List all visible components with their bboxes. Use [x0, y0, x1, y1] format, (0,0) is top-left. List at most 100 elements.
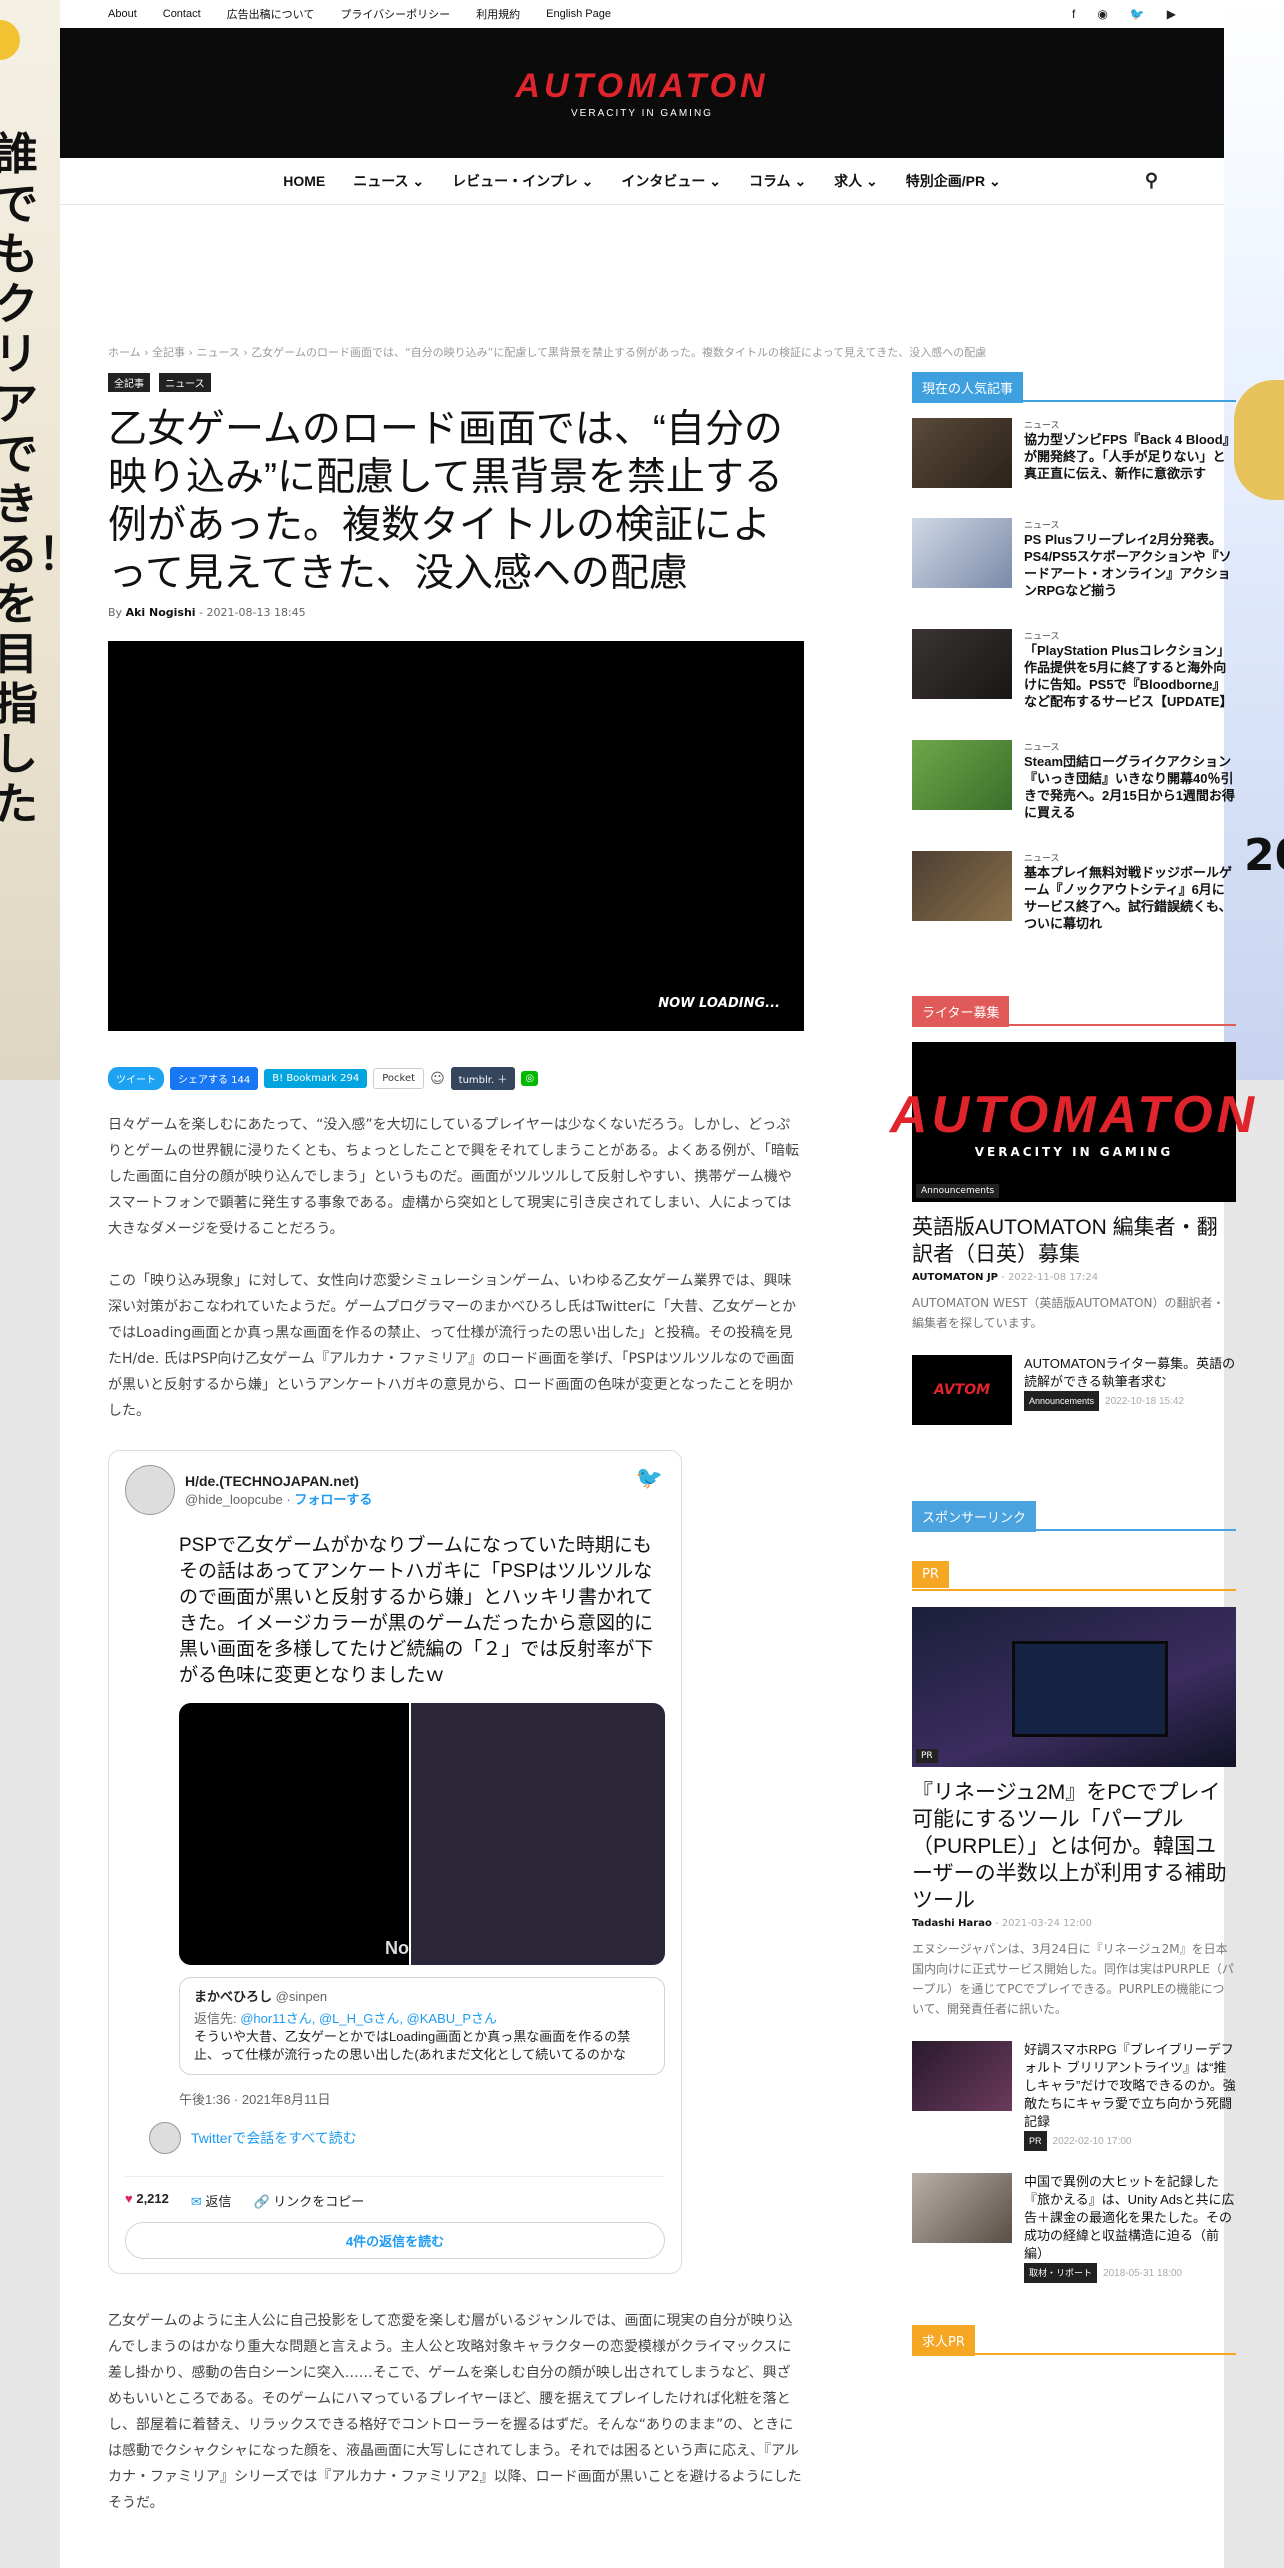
reddit-icon[interactable]: ☺ [430, 1070, 445, 1087]
popular-thumbnail[interactable] [912, 518, 1012, 588]
pr-small-title[interactable]: 中国で異例の大ヒットを記録した『旅かえる』は、Unity Adsと共に広告＋課金… [1024, 2173, 1236, 2263]
writer-small-chip[interactable]: Announcements [1024, 1391, 1100, 1411]
read-conversation-link[interactable]: Twitterで会話をすべて読む [149, 2122, 665, 2154]
pr-small-chip[interactable]: PR [1024, 2131, 1047, 2151]
facebook-share-button[interactable]: シェアする 144 [170, 1067, 259, 1090]
twitter-icon[interactable]: 🐦 [1130, 7, 1145, 21]
pr-small-chip[interactable]: 取材・リポート [1024, 2263, 1098, 2283]
tumblr-button[interactable]: tumblr. ＋ [450, 1067, 516, 1090]
breadcrumb[interactable]: ホーム › 全記事 › ニュース › 乙女ゲームのロード画面では、“自分の映り込… [108, 344, 986, 360]
tweet-timestamp[interactable]: 午後1:36 · 2021年8月11日 [179, 2089, 665, 2108]
copy-link-button[interactable]: 🔗 リンクをコピー [253, 2191, 364, 2210]
article-date: 2021-08-13 18:45 [206, 606, 306, 619]
nav-news[interactable]: ニュース ⌄ [353, 171, 424, 191]
popular-category: ニュース [1024, 421, 1060, 431]
writer-card-meta: AUTOMATON JP - 2022-11-08 17:24 [912, 1272, 1099, 1283]
popular-category: ニュース [1024, 632, 1060, 642]
youtube-icon[interactable]: ▶ [1167, 7, 1176, 21]
article-video[interactable]: NOW LOADING... [108, 641, 804, 1031]
left-ad-banner[interactable]: 誰でもクリアできる！を目指した [0, 0, 60, 1080]
popular-item[interactable]: ニュース Steam団結ローグライクアクション『いっき団結』いきなり開幕40％引き… [912, 740, 1236, 821]
popular-thumbnail[interactable] [912, 418, 1012, 488]
pr-small-thumbnail[interactable] [912, 2041, 1012, 2111]
topbar-link-privacy[interactable]: プライバシーポリシー [340, 6, 450, 22]
writer-small-thumbnail[interactable]: AVTOM [912, 1355, 1012, 1425]
follow-button[interactable]: フォローする [294, 1492, 372, 1507]
sidebar: 現在の人気記事 ニュース 協力型ゾンビFPS『Back 4 Blood』が開発終了… [890, 372, 1254, 2371]
writer-card-author[interactable]: AUTOMATON JP [912, 1272, 998, 1283]
topbar-link-ads[interactable]: 広告出稿について [227, 6, 315, 22]
pr-small-thumbnail[interactable] [912, 2173, 1012, 2243]
nav-columns[interactable]: コラム ⌄ [749, 171, 806, 191]
monitor-illustration [1012, 1641, 1168, 1737]
tweet-author-name[interactable]: H/de.(TECHNOJAPAN.net) [185, 1473, 372, 1489]
hatena-bookmark-button[interactable]: B! Bookmark 294 [264, 1069, 368, 1088]
popular-title[interactable]: PS Plusフリープレイ2月分発表。PS4/PS5スケボーアクションや『ソード… [1024, 531, 1236, 599]
read-replies-button[interactable]: 4件の返信を読む [125, 2222, 665, 2259]
reply-to-prefix: 返信先: [194, 2011, 241, 2026]
popular-title[interactable]: 協力型ゾンビFPS『Back 4 Blood』が開発終了。「人手が足りない」と真… [1024, 431, 1236, 482]
pocket-button[interactable]: Pocket [373, 1068, 425, 1089]
pr-badge[interactable]: PR [916, 1749, 938, 1763]
writer-card-excerpt: AUTOMATON WEST（英語版AUTOMATON）の翻訳者・編集者を探して… [912, 1296, 1225, 1330]
popular-title[interactable]: 「PlayStation Plusコレクション」作品提供を5月に終了すると海外向… [1024, 642, 1236, 710]
nav-home[interactable]: HOME [283, 173, 325, 189]
writer-card-tagline: VERACITY IN GAMING [974, 1145, 1174, 1159]
nav-reviews[interactable]: レビュー・インプレ ⌄ [452, 171, 593, 191]
tweet-image-1[interactable]: No [179, 1703, 409, 1965]
nav-jobs[interactable]: 求人 ⌄ [834, 171, 878, 191]
popular-item[interactable]: ニュース 協力型ゾンビFPS『Back 4 Blood』が開発終了。「人手が足りな… [912, 418, 1236, 488]
rss-icon[interactable]: ◉ [1097, 7, 1107, 21]
writer-small-date: 2022-10-18 15:42 [1105, 1396, 1185, 1407]
writer-small-title[interactable]: AUTOMATONライター募集。英語の読解ができる執筆者求む [1024, 1355, 1236, 1391]
pr-small-item[interactable]: 中国で異例の大ヒットを記録した『旅かえる』は、Unity Adsと共に広告＋課金… [912, 2173, 1236, 2283]
embedded-tweet[interactable]: 🐦 H/de.(TECHNOJAPAN.net) @hide_loopcube … [108, 1450, 682, 2274]
pr-card-title[interactable]: 『リネージュ2M』をPCでプレイ可能にするツール「パープル（PURPLE）」とは… [912, 1779, 1236, 1914]
pr-small-item[interactable]: 好調スマホRPG『ブレイブリーデフォルト ブリリアントライツ』は“推しキャラ”だ… [912, 2041, 1236, 2151]
writer-card-image[interactable]: AUTOMATON VERACITY IN GAMING Announcemen… [890, 1042, 1254, 1202]
popular-item[interactable]: ニュース PS Plusフリープレイ2月分発表。PS4/PS5スケボーアクションや… [912, 518, 1236, 599]
left-ad-text: 誰でもクリアできる！を目指した [0, 129, 60, 830]
nav-interviews[interactable]: インタビュー ⌄ [621, 171, 721, 191]
like-button[interactable]: ♥ 2,212 [125, 2191, 169, 2210]
tweet-image-2[interactable] [409, 1703, 665, 1965]
popular-thumbnail[interactable] [912, 629, 1012, 699]
pr-small-title[interactable]: 好調スマホRPG『ブレイブリーデフォルト ブリリアントライツ』は“推しキャラ”だ… [1024, 2041, 1236, 2131]
pr-card-date: 2021-03-24 12:00 [1001, 1918, 1092, 1929]
twitter-bird-icon[interactable]: 🐦 [636, 1465, 663, 1491]
topbar-link-about[interactable]: About [108, 8, 137, 20]
article-author[interactable]: Aki Nogishi [126, 606, 196, 619]
quoted-tweet[interactable]: まかべひろし @sinpen 返信先: @hor11さん, @L_H_Gさん, … [179, 1977, 665, 2075]
popular-category: ニュース [1024, 743, 1060, 753]
search-icon[interactable]: ⚲ [1145, 170, 1158, 191]
social-links: f ◉ 🐦 ▶ [1072, 7, 1176, 21]
topbar-link-terms[interactable]: 利用規約 [476, 6, 520, 22]
popular-item[interactable]: ニュース 「PlayStation Plusコレクション」作品提供を5月に終了する… [912, 629, 1236, 710]
popular-item[interactable]: ニュース 基本プレイ無料対戦ドッジボールゲーム『ノックアウトシティ』6月にサービス… [912, 851, 1236, 932]
popular-title[interactable]: Steam団結ローグライクアクション『いっき団結』いきなり開幕40％引きで発売へ… [1024, 753, 1236, 821]
pr-card-author[interactable]: Tadashi Harao [912, 1918, 992, 1929]
line-icon[interactable]: ◎ [521, 1071, 539, 1086]
avatar[interactable] [125, 1465, 175, 1515]
writer-card-title[interactable]: 英語版AUTOMATON 編集者・翻訳者（日英）募集 [912, 1214, 1236, 1268]
reply-to-users[interactable]: @hor11さん, @L_H_Gさん, @KABU_Pさん [240, 2011, 497, 2026]
nav-special-pr[interactable]: 特別企画/PR ⌄ [906, 171, 1001, 191]
tag-news[interactable]: ニュース [159, 373, 211, 392]
tweet-media[interactable]: No [179, 1703, 665, 1965]
pr-card-image[interactable]: PR [912, 1607, 1236, 1767]
tweet-button[interactable]: ツイート [108, 1067, 164, 1090]
site-logo[interactable]: AUTOMATON [515, 67, 768, 106]
popular-title[interactable]: 基本プレイ無料対戦ドッジボールゲーム『ノックアウトシティ』6月にサービス終了へ。… [1024, 864, 1236, 932]
avatar [149, 2122, 181, 2154]
tweet-author-handle[interactable]: @hide_loopcube [185, 1492, 283, 1507]
writer-small-item[interactable]: AVTOM AUTOMATONライター募集。英語の読解ができる執筆者求む Ann… [912, 1355, 1236, 1425]
topbar-link-contact[interactable]: Contact [163, 8, 201, 20]
popular-section-title: 現在の人気記事 [912, 372, 1236, 403]
popular-thumbnail[interactable] [912, 851, 1012, 921]
popular-thumbnail[interactable] [912, 740, 1012, 810]
facebook-icon[interactable]: f [1072, 7, 1075, 21]
tag-all[interactable]: 全記事 [108, 373, 150, 392]
reply-button[interactable]: ✉ 返信 [191, 2191, 232, 2210]
category-badge[interactable]: Announcements [916, 1184, 1000, 1198]
topbar-link-english[interactable]: English Page [546, 8, 611, 20]
